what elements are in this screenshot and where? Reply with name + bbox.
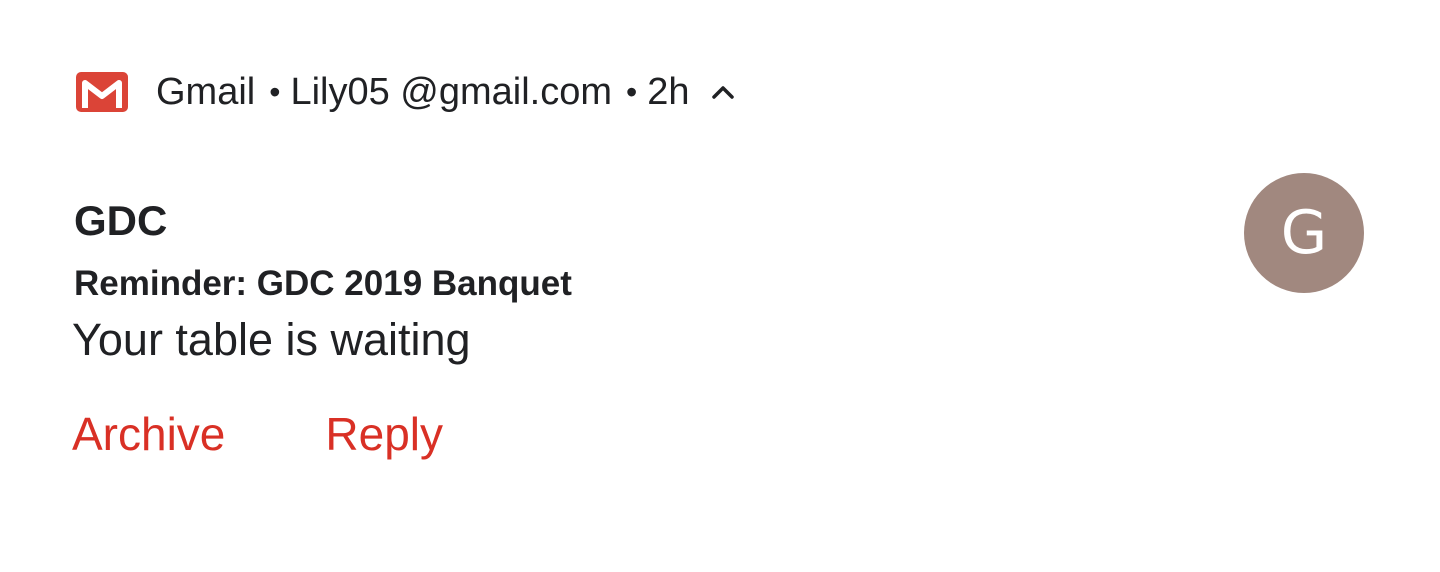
email-subject: Reminder: GDC 2019 Banquet: [74, 264, 572, 303]
reply-button[interactable]: Reply: [325, 406, 443, 462]
sender-avatar: G: [1244, 173, 1364, 293]
header-separator: •: [269, 74, 281, 110]
notification-actions: Archive Reply: [72, 406, 443, 462]
notification-time: 2h: [647, 71, 690, 113]
account-email: Lily05 @gmail.com: [290, 71, 613, 113]
sender-name: GDC: [74, 197, 168, 244]
email-snippet: Your table is waiting: [72, 314, 471, 365]
notification-card[interactable]: Gmail • Lily05 @gmail.com • 2h GDC Remin…: [10, 10, 1430, 560]
header-separator: •: [626, 74, 638, 110]
avatar-letter: G: [1280, 198, 1328, 268]
gmail-logo-icon: [74, 70, 130, 114]
app-name: Gmail: [156, 71, 256, 113]
notification-header: Gmail • Lily05 @gmail.com • 2h: [74, 70, 736, 114]
chevron-up-icon[interactable]: [710, 82, 736, 102]
archive-button[interactable]: Archive: [72, 406, 225, 462]
